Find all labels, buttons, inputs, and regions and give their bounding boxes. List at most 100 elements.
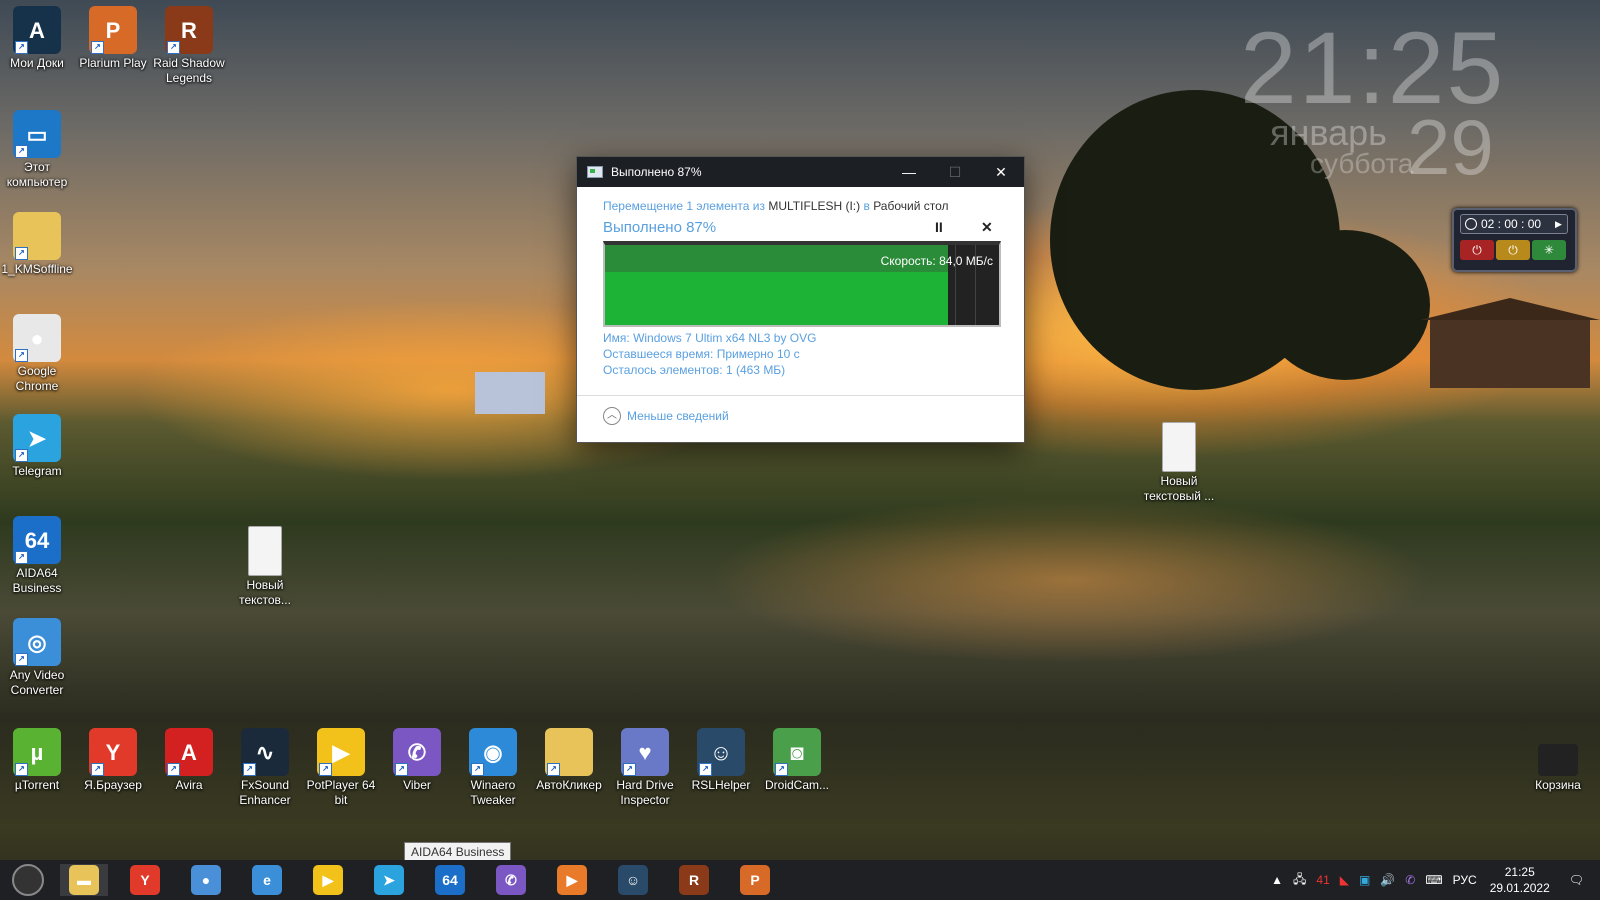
file-move-dialog: Выполнено 87% — ☐ ✕ Перемещение 1 элемен…	[577, 157, 1024, 442]
tray-number[interactable]: 41	[1316, 873, 1329, 887]
sleep-button[interactable]: ✳	[1532, 240, 1566, 260]
church	[475, 372, 545, 414]
clock-weekday: суббота	[1310, 148, 1414, 179]
transfer-icon	[587, 166, 603, 178]
shortcut-arrow-icon: ↗	[699, 763, 712, 776]
desktop-icon-label: Корзина	[1535, 778, 1581, 792]
text-file-icon	[248, 526, 282, 576]
transfer-description: Перемещение 1 элемента из MULTIFLESH (I:…	[603, 199, 949, 213]
potplayer-icon: ▶	[313, 865, 343, 895]
taskbar-aida64[interactable]: 64	[426, 864, 474, 896]
desktop-icon-label: АвтоКликер	[536, 778, 602, 792]
desktop-icon-text-file-2[interactable]: Новый текстовый ...	[1140, 422, 1218, 504]
desktop-icon-desktop_icons_left-2[interactable]: ↗ 1_KMSoffline	[0, 212, 76, 277]
desktop-icon-desktop_icons_top-0[interactable]: P ↗ Plarium Play	[74, 6, 152, 71]
taskbar-raid[interactable]: R	[670, 864, 718, 896]
fxsound-tray-icon[interactable]: ▣	[1359, 873, 1370, 887]
tree-right-2	[1260, 230, 1430, 380]
avira-tray-icon[interactable]: ◣	[1340, 873, 1349, 887]
shortcut-arrow-icon: ↗	[15, 653, 28, 666]
keyboard-icon[interactable]: ⌨	[1425, 873, 1442, 887]
notifications-icon[interactable]: 🗨	[1569, 873, 1584, 887]
desktop-icon-desktop_icons_bottom-8[interactable]: ♥ ↗ Hard Drive Inspector	[606, 728, 684, 808]
taskbar-viber[interactable]: ✆	[487, 864, 535, 896]
desktop-icon-text-file-1[interactable]: Новый текстов...	[226, 526, 304, 608]
close-button[interactable]: ✕	[978, 157, 1024, 187]
taskbar-potplayer[interactable]: ▶	[304, 864, 352, 896]
app-icon: P ↗	[89, 6, 137, 54]
pause-button[interactable]: II	[935, 219, 943, 235]
desktop-icon-desktop_icons_bottom-0[interactable]: µ ↗ µTorrent	[0, 728, 76, 793]
maximize-button[interactable]: ☐	[932, 157, 978, 187]
water-reflection	[470, 460, 1600, 720]
taskbar-clock[interactable]: 21:25 29.01.2022	[1490, 864, 1550, 896]
taskbar-plarium[interactable]: P	[731, 864, 779, 896]
app-icon: ● ↗	[13, 314, 61, 362]
start-button[interactable]	[4, 864, 52, 896]
taskbar-media-player[interactable]: ▶	[548, 864, 596, 896]
desktop-icon-desktop_icons_left-5[interactable]: 64 ↗ AIDA64 Business	[0, 516, 76, 596]
transfer-speed: Скорость: 84,0 МБ/с	[880, 254, 993, 268]
language-indicator[interactable]: РУС	[1453, 873, 1477, 887]
minimize-button[interactable]: —	[886, 157, 932, 187]
app-icon: ▶ ↗	[317, 728, 365, 776]
progress-percent: Выполнено 87%	[603, 219, 717, 236]
desktop-icon-desktop_icons_bottom-5[interactable]: ✆ ↗ Viber	[378, 728, 456, 793]
shortcut-arrow-icon: ↗	[91, 763, 104, 776]
app-icon: ↗	[545, 728, 593, 776]
destination-link[interactable]: Рабочий стол	[873, 199, 948, 213]
network-icon[interactable]: 🖧	[1293, 870, 1306, 891]
shortcut-arrow-icon: ↗	[15, 551, 28, 564]
desktop-icon-desktop_icons_bottom-6[interactable]: ◉ ↗ Winaero Tweaker	[454, 728, 532, 808]
app-icon: ◎ ↗	[13, 618, 61, 666]
time-remaining-row: Оставшееся время: Примерно 10 с	[603, 347, 800, 361]
source-link[interactable]: MULTIFLESH (I:)	[768, 199, 860, 213]
speed-graph: Скорость: 84,0 МБ/с	[603, 241, 1001, 327]
desktop-icon-desktop_icons_bottom-1[interactable]: Y ↗ Я.Браузер	[74, 728, 152, 793]
desktop-icon-label: Telegram	[12, 464, 62, 478]
app-icon: 64 ↗	[13, 516, 61, 564]
cancel-button[interactable]: ✕	[981, 219, 993, 236]
dialog-titlebar[interactable]: Выполнено 87% — ☐ ✕	[577, 157, 1024, 187]
timer-display[interactable]: 02 : 00 : 00 ▶	[1460, 214, 1568, 234]
desktop-icon-desktop_icons_left-4[interactable]: ➤ ↗ Telegram	[0, 414, 76, 479]
transfer-prefix: Перемещение 1 элемента из	[603, 199, 765, 213]
desktop-icon-label: Hard Drive Inspector	[616, 778, 674, 807]
show-hidden-icons[interactable]: ▲	[1271, 873, 1283, 887]
desktop-icon-label: RSLHelper	[691, 778, 751, 792]
restart-button[interactable]: ⏻	[1496, 240, 1530, 260]
volume-icon[interactable]: 🔊	[1380, 873, 1395, 887]
file-name-label: Имя:	[603, 331, 630, 345]
taskbar-yandex-browser[interactable]: Y	[121, 864, 169, 896]
taskbar-telegram[interactable]: ➤	[365, 864, 413, 896]
shortcut-arrow-icon: ↗	[471, 763, 484, 776]
desktop-icon-desktop_icons_bottom-9[interactable]: ☺ ↗ RSLHelper	[682, 728, 760, 793]
shutdown-button[interactable]: ⏻	[1460, 240, 1494, 260]
desktop-icon-desktop_icons_left-0[interactable]: A ↗ Мои Доки	[0, 6, 76, 71]
desktop-icon-desktop_icons_bottom-3[interactable]: ∿ ↗ FxSound Enhancer	[226, 728, 304, 808]
play-icon[interactable]: ▶	[1555, 219, 1567, 230]
desktop-icon-desktop_icons_left-1[interactable]: ▭ ↗ Этот компьютер	[0, 110, 76, 190]
yandex-browser-icon: Y	[130, 865, 160, 895]
taskbar-rsl-helper[interactable]: ☺	[609, 864, 657, 896]
desktop-icon-desktop_icons_top-1[interactable]: R ↗ Raid Shadow Legends	[150, 6, 228, 86]
app-icon: ↗	[13, 212, 61, 260]
desktop-icon-desktop_icons_bottom-2[interactable]: A ↗ Avira	[150, 728, 228, 793]
shortcut-arrow-icon: ↗	[15, 349, 28, 362]
plarium-icon: P	[740, 865, 770, 895]
taskbar-chrome[interactable]: ●	[182, 864, 230, 896]
taskbar-internet-explorer[interactable]: e	[243, 864, 291, 896]
shortcut-arrow-icon: ↗	[91, 41, 104, 54]
desktop-icon-desktop_icons_bottom-10[interactable]: ◙ ↗ DroidCam...	[758, 728, 836, 793]
app-icon: A ↗	[165, 728, 213, 776]
app-icon: R ↗	[165, 6, 213, 54]
viber-tray-icon[interactable]: ✆	[1405, 873, 1415, 887]
desktop-icon-label: Этот компьютер	[6, 160, 68, 189]
desktop-icon-desktop_icons_left-6[interactable]: ◎ ↗ Any Video Converter	[0, 618, 76, 698]
taskbar-file-explorer[interactable]: ▬	[60, 864, 108, 896]
less-details-button[interactable]: ︿ Меньше сведений	[603, 407, 729, 425]
desktop-icon-desktop_icons_bottom-4[interactable]: ▶ ↗ PotPlayer 64 bit	[302, 728, 380, 808]
desktop-icon-desktop_icons_bottom-7[interactable]: ↗ АвтоКликер	[530, 728, 608, 793]
desktop-icon-recycle-bin[interactable]: Корзина	[1519, 734, 1597, 793]
desktop-icon-desktop_icons_left-3[interactable]: ● ↗ Google Chrome	[0, 314, 76, 394]
